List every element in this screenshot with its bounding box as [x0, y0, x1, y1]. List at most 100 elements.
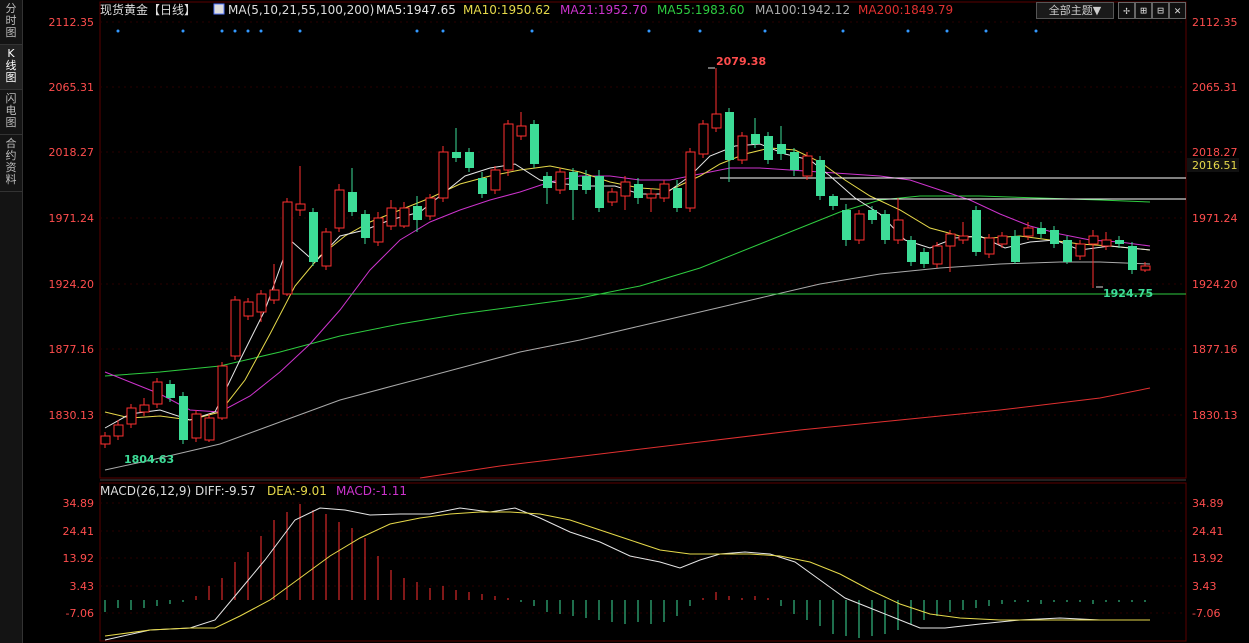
candle-body[interactable]	[295, 203, 306, 211]
event-marker-dot[interactable]	[763, 29, 767, 33]
candle-body[interactable]	[334, 189, 345, 229]
candle-body[interactable]	[1088, 235, 1099, 245]
candle-body[interactable]	[1063, 240, 1072, 262]
candle-body[interactable]	[452, 152, 461, 158]
candle-body[interactable]	[361, 214, 370, 238]
event-marker-dot[interactable]	[116, 29, 120, 33]
candle-body[interactable]	[673, 188, 682, 208]
candle-body[interactable]	[126, 407, 137, 425]
candle-body[interactable]	[425, 197, 436, 217]
candle-body[interactable]	[543, 176, 552, 188]
candle-body[interactable]	[816, 160, 825, 196]
candle-body[interactable]	[569, 172, 578, 190]
candle-body[interactable]	[790, 152, 799, 170]
candle-body[interactable]	[191, 413, 202, 439]
candle-body[interactable]	[1011, 236, 1020, 262]
event-marker-dot[interactable]	[647, 29, 651, 33]
candle-body[interactable]	[478, 178, 487, 194]
candle-body[interactable]	[620, 181, 631, 197]
candle-body[interactable]	[309, 212, 318, 262]
candle-body[interactable]	[711, 113, 722, 129]
candle-body[interactable]	[1050, 230, 1059, 244]
candle-body[interactable]	[802, 155, 813, 177]
event-marker-dot[interactable]	[181, 29, 185, 33]
candle-body[interactable]	[920, 252, 929, 264]
candle-body[interactable]	[945, 233, 956, 247]
candle-body[interactable]	[179, 396, 188, 440]
theme-select[interactable]: 全部主题▼	[1036, 2, 1114, 19]
event-marker-dot[interactable]	[220, 29, 224, 33]
candle-body[interactable]	[1023, 227, 1034, 237]
candle-body[interactable]	[321, 231, 332, 267]
candle-body[interactable]	[932, 245, 943, 265]
candle-body[interactable]	[1101, 239, 1112, 247]
candle-body[interactable]	[868, 210, 877, 220]
crosshair-icon[interactable]: ✢	[1118, 2, 1135, 19]
candle-body[interactable]	[516, 125, 527, 137]
candle-body[interactable]	[230, 299, 241, 357]
candle-body[interactable]	[997, 235, 1008, 245]
candle-body[interactable]	[842, 210, 851, 240]
candle-body[interactable]	[972, 210, 981, 252]
event-marker-dot[interactable]	[441, 29, 445, 33]
candle-body[interactable]	[607, 191, 618, 203]
candle-body[interactable]	[490, 169, 501, 191]
candle-body[interactable]	[386, 207, 397, 227]
candle-body[interactable]	[1037, 228, 1046, 234]
event-marker-dot[interactable]	[415, 29, 419, 33]
candle-body[interactable]	[881, 214, 890, 240]
candle-body[interactable]	[503, 123, 514, 171]
candle-body[interactable]	[777, 144, 786, 154]
close-icon[interactable]: ✕	[1169, 2, 1186, 19]
candle-body[interactable]	[582, 176, 591, 190]
candle-body[interactable]	[634, 184, 643, 198]
zoom-out-icon[interactable]: ⊟	[1152, 2, 1169, 19]
candle-body[interactable]	[907, 240, 916, 262]
event-marker-dot[interactable]	[246, 29, 250, 33]
candle-body[interactable]	[413, 206, 422, 220]
candle-body[interactable]	[269, 289, 280, 301]
candle-body[interactable]	[984, 237, 995, 255]
candle-body[interactable]	[893, 219, 904, 241]
event-marker-dot[interactable]	[1034, 29, 1038, 33]
candle-body[interactable]	[751, 134, 760, 144]
candle-body[interactable]	[243, 301, 254, 317]
candle-body[interactable]	[1075, 243, 1086, 257]
candle-body[interactable]	[646, 193, 657, 199]
candle-body[interactable]	[256, 293, 267, 313]
zoom-in-icon[interactable]: ⊞	[1135, 2, 1152, 19]
candle-body[interactable]	[725, 112, 734, 160]
candle-body[interactable]	[530, 124, 539, 164]
event-marker-dot[interactable]	[233, 29, 237, 33]
candle-body[interactable]	[659, 183, 670, 199]
candle-body[interactable]	[854, 213, 865, 241]
candle-body[interactable]	[139, 404, 150, 413]
event-marker-dot[interactable]	[984, 29, 988, 33]
event-marker-dot[interactable]	[841, 29, 845, 33]
candle-body[interactable]	[373, 217, 384, 243]
event-marker-dot[interactable]	[906, 29, 910, 33]
ma-toggle-icon[interactable]	[213, 3, 225, 15]
candlestick-chart[interactable]: 现货黄金【日线】 MA(5,10,21,55,100,200) MA5:1947…	[0, 0, 1249, 643]
candle-body[interactable]	[737, 135, 748, 161]
candle-body[interactable]	[438, 151, 449, 199]
candle-body[interactable]	[152, 381, 163, 405]
candle-body[interactable]	[829, 196, 838, 206]
candle-body[interactable]	[1140, 265, 1151, 271]
candle-body[interactable]	[698, 123, 709, 155]
candle-body[interactable]	[1115, 240, 1124, 244]
event-marker-dot[interactable]	[530, 29, 534, 33]
candle-body[interactable]	[204, 417, 215, 441]
candle-body[interactable]	[1128, 246, 1137, 270]
event-marker-dot[interactable]	[298, 29, 302, 33]
candle-body[interactable]	[113, 424, 124, 437]
candle-body[interactable]	[399, 207, 410, 227]
candle-body[interactable]	[100, 435, 111, 445]
candle-body[interactable]	[764, 136, 773, 160]
candle-body[interactable]	[348, 192, 357, 212]
candle-body[interactable]	[685, 151, 696, 209]
candle-body[interactable]	[465, 152, 474, 168]
event-marker-dot[interactable]	[259, 29, 263, 33]
candle-body[interactable]	[595, 176, 604, 208]
candle-body[interactable]	[166, 384, 175, 398]
